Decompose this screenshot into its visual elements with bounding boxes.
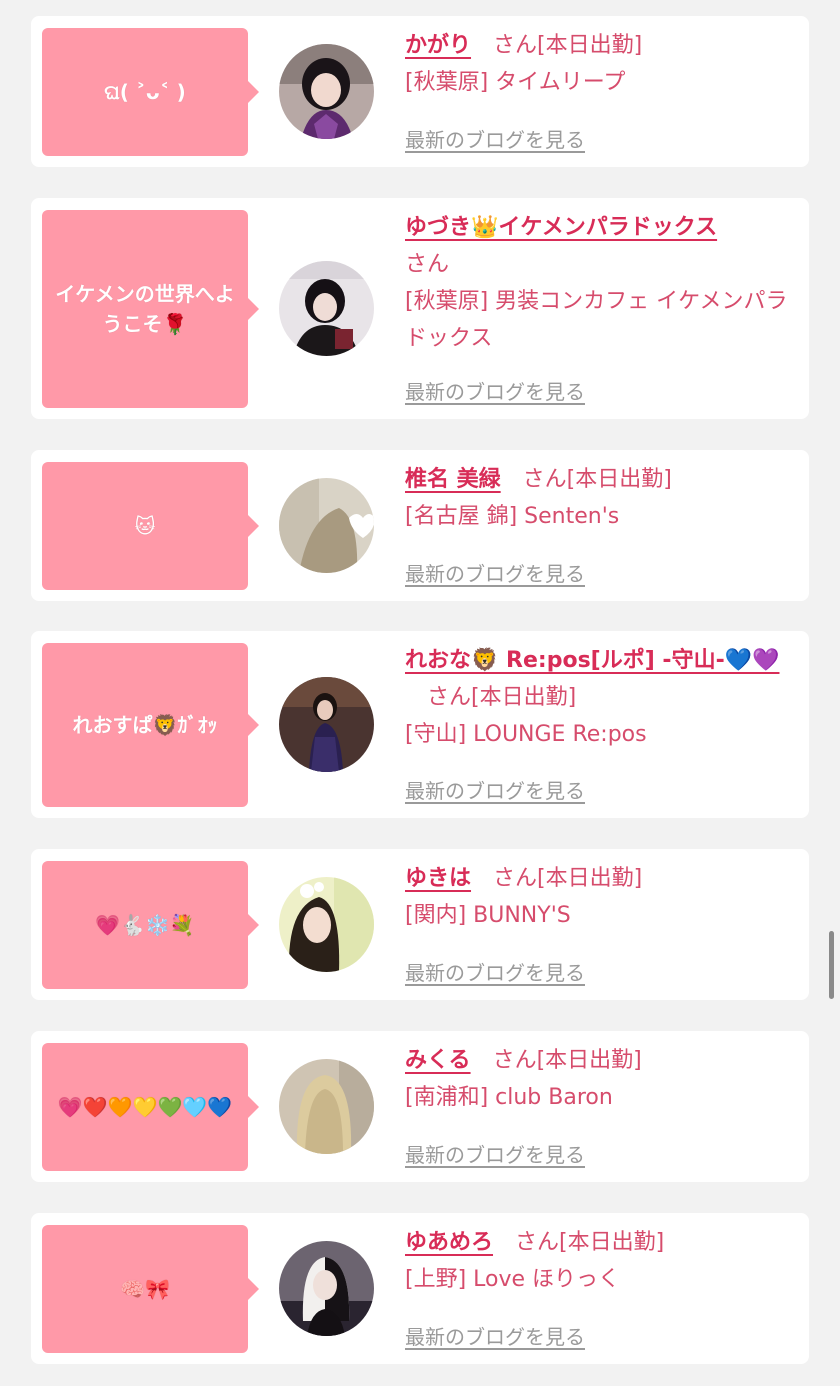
cast-name-link[interactable]: 椎名 美緑	[405, 467, 501, 492]
cast-card: 💗🐇❄️💐 ゆきは さん[本日出勤] [関内] BUNNY'S 最新のブログを見る	[31, 849, 809, 1000]
latest-blog-link[interactable]: 最新のブログを見る	[405, 957, 585, 986]
shop-label: [関内] BUNNY'S	[405, 903, 571, 928]
message-bubble: 🐱	[42, 462, 259, 590]
cast-status: さん[本日出勤]	[492, 1048, 642, 1073]
latest-blog-link[interactable]: 最新のブログを見る	[405, 558, 585, 587]
message-bubble: ଘ( ˃ᴗ˂ )	[42, 28, 259, 156]
bubble-text: 💗❤️🧡💛💚🩵💙	[57, 1095, 233, 1119]
cast-card: 🐱 椎名 美緑 さん[本日出勤] [名古屋 錦] Senten's 最新のブログを…	[31, 450, 809, 601]
shop-label: [上野] Love ほりっく	[405, 1267, 621, 1292]
cast-card: れおすぱ🦁ｶﾞｵｯ れおな🦁 Re:pos[ルポ] -守山-💙💜 さん[本日出勤]…	[31, 631, 809, 818]
cast-status: さん[本日出勤]	[493, 33, 643, 58]
cast-name-link[interactable]: みくる	[405, 1048, 471, 1073]
cast-name-link[interactable]: ゆあめろ	[405, 1230, 493, 1255]
avatar[interactable]	[279, 677, 374, 772]
cast-info: ゆあめろ さん[本日出勤] [上野] Love ほりっく	[405, 1224, 795, 1298]
message-bubble: 🧠🎀	[42, 1225, 259, 1353]
bubble-text: ଘ( ˃ᴗ˂ )	[104, 80, 186, 104]
latest-blog-link[interactable]: 最新のブログを見る	[405, 376, 585, 405]
avatar[interactable]	[279, 261, 374, 356]
avatar[interactable]	[279, 44, 374, 139]
cast-status: さん[本日出勤]	[493, 866, 643, 891]
shop-label: [秋葉原] 男装コンカフェ イケメンパラドックス	[405, 289, 788, 351]
cast-card: 🧠🎀 ゆあめろ さん[本日出勤] [上野] Love ほりっく 最新のブログを見る	[31, 1213, 809, 1364]
cast-status: さん[本日出勤]	[522, 467, 672, 492]
shop-label: [守山] LOUNGE Re:pos	[405, 722, 647, 747]
cast-name-link[interactable]: れおな🦁 Re:pos[ルポ] -守山-💙💜	[405, 648, 779, 673]
cast-info: 椎名 美緑 さん[本日出勤] [名古屋 錦] Senten's	[405, 461, 795, 535]
cast-info: ゆきは さん[本日出勤] [関内] BUNNY'S	[405, 860, 795, 934]
cast-info: かがり さん[本日出勤] [秋葉原] タイムリープ	[405, 27, 795, 101]
message-bubble: 💗❤️🧡💛💚🩵💙	[42, 1043, 259, 1171]
latest-blog-link[interactable]: 最新のブログを見る	[405, 1321, 585, 1350]
bubble-text: イケメンの世界へようこそ🌹	[55, 282, 235, 336]
cast-card: ଘ( ˃ᴗ˂ ) かがり さん[本日出勤] [秋葉原] タイムリープ 最新のブログ…	[31, 16, 809, 167]
latest-blog-link[interactable]: 最新のブログを見る	[405, 1139, 585, 1168]
avatar[interactable]	[279, 478, 374, 573]
latest-blog-link[interactable]: 最新のブログを見る	[405, 775, 585, 804]
cast-name-link[interactable]: ゆづき👑イケメンパラドックス	[405, 215, 717, 240]
bubble-text: 🧠🎀	[120, 1277, 170, 1301]
cast-info: れおな🦁 Re:pos[ルポ] -守山-💙💜 さん[本日出勤] [守山] LOUN…	[405, 642, 795, 753]
cast-card: イケメンの世界へようこそ🌹 ゆづき👑イケメンパラドックス さん [秋葉原] 男装…	[31, 198, 809, 419]
avatar[interactable]	[279, 877, 374, 972]
cast-info: みくる さん[本日出勤] [南浦和] club Baron	[405, 1042, 795, 1116]
scrollbar[interactable]	[829, 931, 834, 999]
message-bubble: 💗🐇❄️💐	[42, 861, 259, 989]
bubble-text: 💗🐇❄️💐	[95, 913, 195, 937]
message-bubble: れおすぱ🦁ｶﾞｵｯ	[42, 643, 259, 807]
bubble-text: 🐱	[134, 514, 156, 538]
avatar[interactable]	[279, 1241, 374, 1336]
shop-label: [秋葉原] タイムリープ	[405, 70, 626, 95]
cast-name-link[interactable]: かがり	[405, 33, 471, 58]
cast-name-link[interactable]: ゆきは	[405, 866, 471, 891]
message-bubble: イケメンの世界へようこそ🌹	[42, 210, 259, 408]
cast-status: さん	[405, 252, 450, 277]
shop-label: [南浦和] club Baron	[405, 1085, 613, 1110]
cast-info: ゆづき👑イケメンパラドックス さん [秋葉原] 男装コンカフェ イケメンパラドッ…	[405, 209, 795, 357]
bubble-text: れおすぱ🦁ｶﾞｵｯ	[72, 713, 218, 737]
cast-card: 💗❤️🧡💛💚🩵💙 みくる さん[本日出勤] [南浦和] club Baron 最新…	[31, 1031, 809, 1182]
cast-status: さん[本日出勤]	[515, 1230, 665, 1255]
shop-label: [名古屋 錦] Senten's	[405, 504, 620, 529]
latest-blog-link[interactable]: 最新のブログを見る	[405, 124, 585, 153]
cast-status: さん[本日出勤]	[427, 685, 577, 710]
avatar[interactable]	[279, 1059, 374, 1154]
